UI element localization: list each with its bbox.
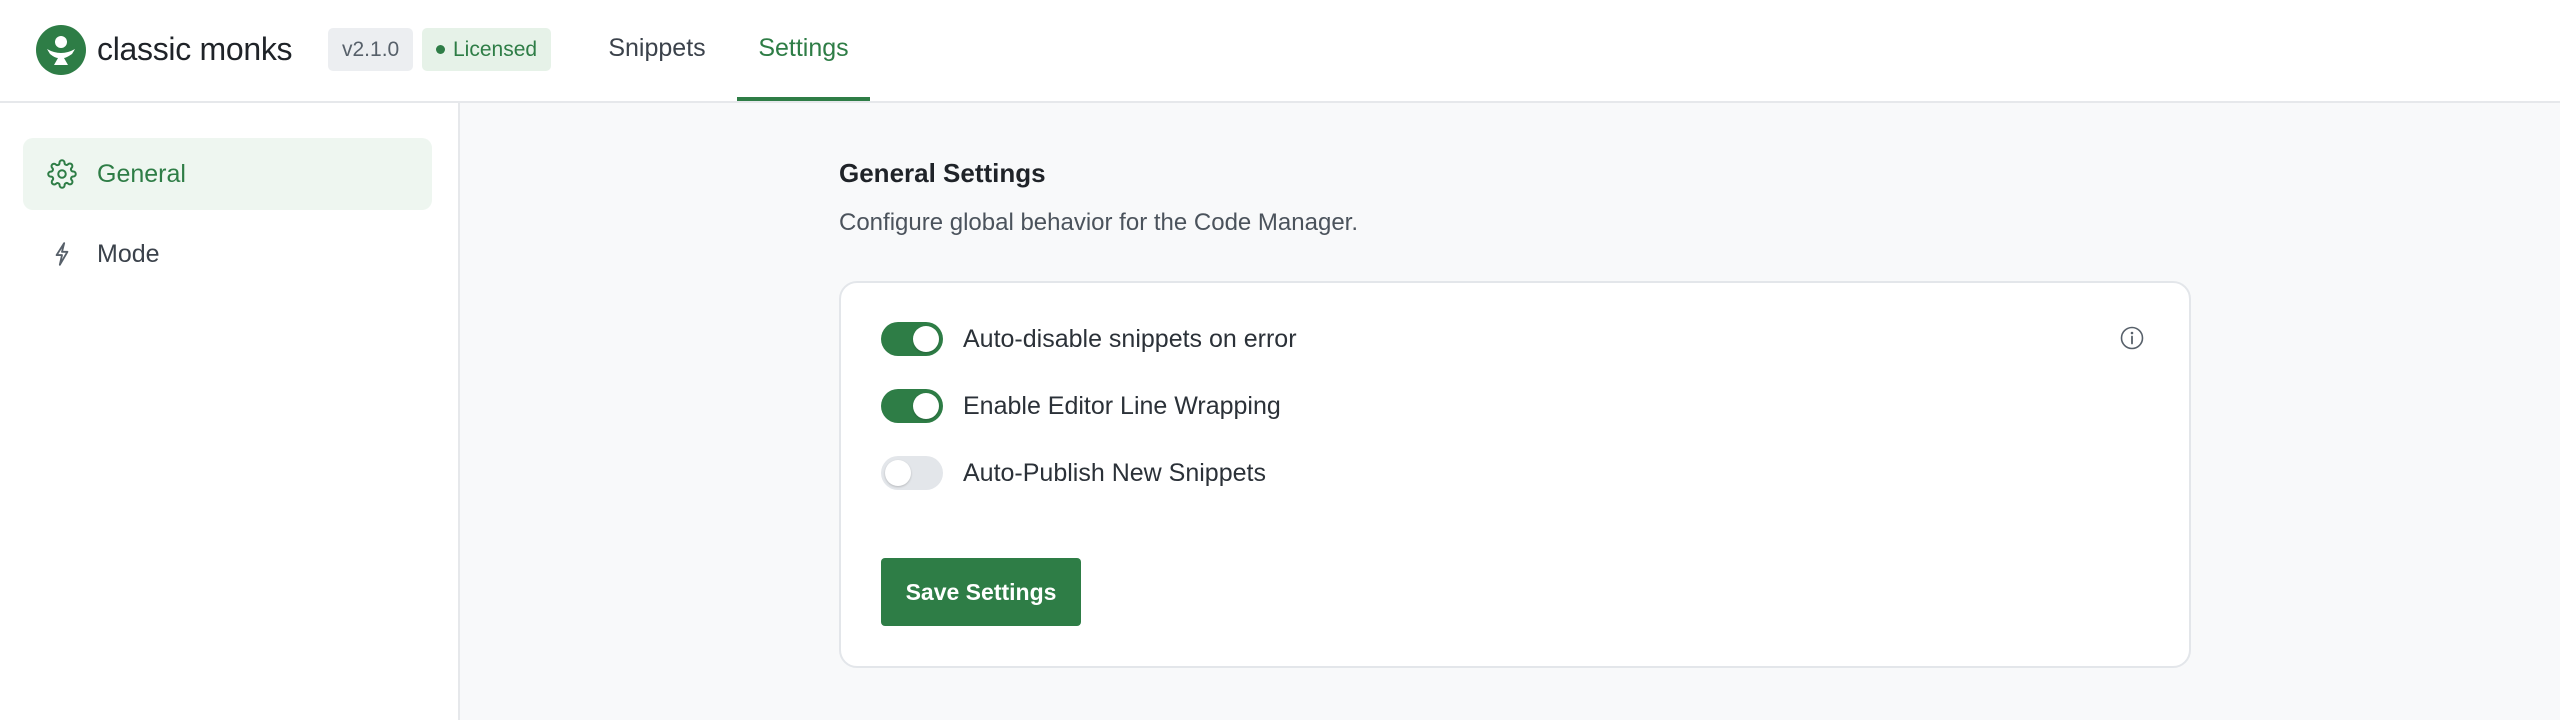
- setting-label: Enable Editor Line Wrapping: [963, 391, 1281, 420]
- setting-row-auto-disable: Auto-disable snippets on error: [881, 319, 1297, 359]
- sidebar-item-mode[interactable]: Mode: [23, 218, 432, 290]
- status-dot-icon: [436, 45, 445, 54]
- license-status: Licensed: [453, 38, 538, 61]
- sidebar: General Mode: [0, 103, 460, 720]
- sidebar-item-label: General: [97, 159, 186, 188]
- setting-row-line-wrapping: Enable Editor Line Wrapping: [881, 386, 1281, 426]
- page-description: Configure global behavior for the Code M…: [839, 209, 1358, 236]
- setting-row-auto-publish: Auto-Publish New Snippets: [881, 453, 1266, 493]
- version-badge: v2.1.0: [328, 28, 414, 71]
- sidebar-item-label: Mode: [97, 239, 160, 268]
- info-icon[interactable]: [2119, 325, 2145, 351]
- settings-card: Auto-disable snippets on error Enable Ed…: [839, 281, 2191, 668]
- setting-label: Auto-disable snippets on error: [963, 324, 1297, 353]
- setting-label: Auto-Publish New Snippets: [963, 458, 1266, 487]
- auto-publish-toggle[interactable]: [881, 456, 943, 490]
- lightning-icon: [47, 239, 77, 269]
- monk-logo-icon[interactable]: [36, 25, 86, 75]
- brand-name: classic monks: [97, 31, 293, 67]
- sidebar-item-general[interactable]: General: [23, 138, 432, 210]
- tab-settings[interactable]: Settings: [737, 0, 870, 101]
- line-wrapping-toggle[interactable]: [881, 389, 943, 423]
- license-badge: Licensed: [422, 28, 552, 71]
- save-settings-button[interactable]: Save Settings: [881, 558, 1081, 626]
- top-bar: classic monks v2.1.0 Licensed Snippets S…: [0, 0, 2560, 103]
- tab-snippets[interactable]: Snippets: [600, 0, 714, 101]
- auto-disable-toggle[interactable]: [881, 322, 943, 356]
- page-title: General Settings: [839, 158, 1046, 188]
- gear-icon: [47, 159, 77, 189]
